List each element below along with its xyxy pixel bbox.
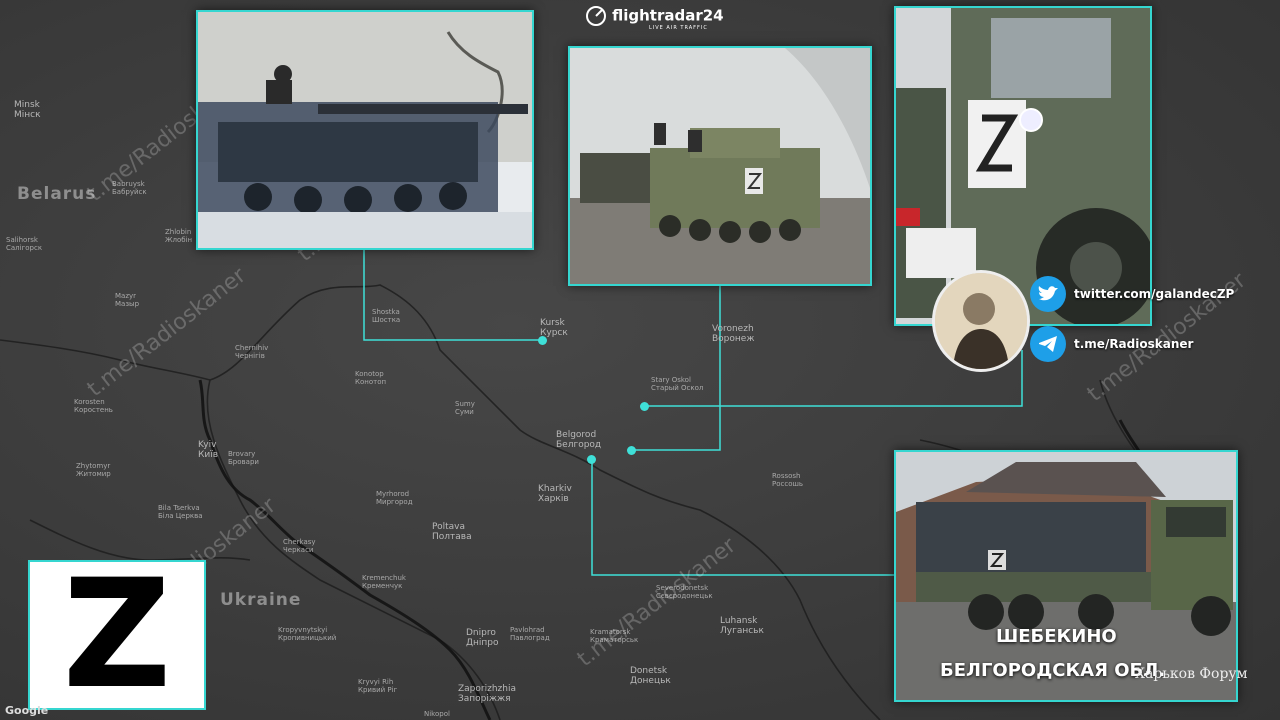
city-label-belgorod: Belgorod Белгород xyxy=(556,430,602,450)
z-symbol-box: Z xyxy=(28,560,206,710)
city-label-mazyr: Mazyr Мазыр xyxy=(115,292,140,308)
city-label-dnipro: Dnipro Дніпро xyxy=(466,628,499,648)
city-label-chernihiv: Chernihiv Чернігів xyxy=(235,344,269,360)
city-label-kharkiv: Kharkiv Харків xyxy=(538,484,572,504)
location-dot-belgorod-east xyxy=(627,446,636,455)
city-label-cherkasy: Cherkasy Черкаси xyxy=(283,538,316,554)
telegram-icon xyxy=(1030,326,1066,362)
city-label-bila-tserkva: Bila Tserkva Біла Церква xyxy=(158,504,203,520)
city-label-donetsk: Donetsk Донецьк xyxy=(630,666,671,686)
city-label-minsk: Minsk Мінск xyxy=(14,100,41,120)
city-label-poltava: Poltava Полтава xyxy=(432,522,472,542)
z-letter: Z xyxy=(62,548,172,720)
city-label-kursk: Kursk Курск xyxy=(540,318,568,338)
city-label-luhansk: Luhansk Луганськ xyxy=(720,616,764,636)
city-label-salihorsk: Salihorsk Салігорск xyxy=(6,236,43,252)
city-label-zhlobin: Zhlobin Жлобін xyxy=(165,228,193,244)
radar-icon xyxy=(586,6,606,26)
twitter-icon xyxy=(1030,276,1066,312)
country-label-ukraine: Ukraine xyxy=(220,590,302,610)
avatar xyxy=(932,270,1030,372)
city-label-kyiv: Kyiv Київ xyxy=(198,440,219,460)
city-label-zaporizhzhia: Zaporizhzhia Запоріжжя xyxy=(458,684,516,704)
forum-watermark: Харьков Форум xyxy=(1135,666,1248,682)
caption-region: БЕЛГОРОДСКАЯ ОБЛ. xyxy=(940,660,1166,681)
city-label-kremenchuk: Kremenchuk Кременчук xyxy=(362,574,406,590)
city-label-stary-oskol: Stary Oskol Старый Оскол xyxy=(651,376,704,392)
city-label-kryvyi-rih: Kryvyi Rih Кривий Ріг xyxy=(358,678,398,694)
flightradar-logo: flightradar24 LIVE AIR TRAFFIC xyxy=(585,5,724,31)
city-label-myrhorod: Myrhorod Миргород xyxy=(376,490,413,506)
city-label-brovary: Brovary Бровари xyxy=(228,450,259,466)
logo-name: flightradar24 xyxy=(612,6,724,25)
twitter-link[interactable]: twitter.com/galandecZP xyxy=(1030,276,1234,312)
map-collage: Belarus Ukraine Minsk Мінск Babruysk Баб… xyxy=(0,0,1280,720)
city-label-nikopol: Nikopol xyxy=(424,710,450,718)
google-attribution: Google xyxy=(5,704,49,717)
caption-town: ШЕБЕКИНО xyxy=(996,626,1117,647)
telegram-handle: t.me/Radioskaner xyxy=(1074,337,1194,351)
city-label-rossosh: Rossosh Россошь xyxy=(772,472,804,488)
city-label-voronezh: Voronezh Воронеж xyxy=(712,324,755,344)
twitter-handle: twitter.com/galandecZP xyxy=(1074,287,1235,301)
city-label-korosten: Korosten Коростень xyxy=(74,398,113,414)
logo-sub: LIVE AIR TRAFFIC xyxy=(649,25,708,31)
telegram-link[interactable]: t.me/Radioskaner xyxy=(1030,326,1193,362)
city-label-pavlohrad: Pavlohrad Павлоград xyxy=(510,626,550,642)
location-dot-shebekino xyxy=(587,455,596,464)
photo-armored-column xyxy=(568,46,872,286)
photo-self-propelled-gun xyxy=(196,10,534,250)
location-dot-valuyki xyxy=(640,402,649,411)
city-label-zhytomyr: Zhytomyr Житомир xyxy=(76,462,111,478)
city-label-sumy: Sumy Суми xyxy=(455,400,475,416)
city-label-konotop: Konotop Конотоп xyxy=(355,370,387,386)
city-label-shostka: Shostka Шостка xyxy=(372,308,401,324)
location-dot-kursk xyxy=(538,336,547,345)
city-label-kropyvnytskyi: Kropyvnytskyi Кропивницький xyxy=(278,626,337,642)
